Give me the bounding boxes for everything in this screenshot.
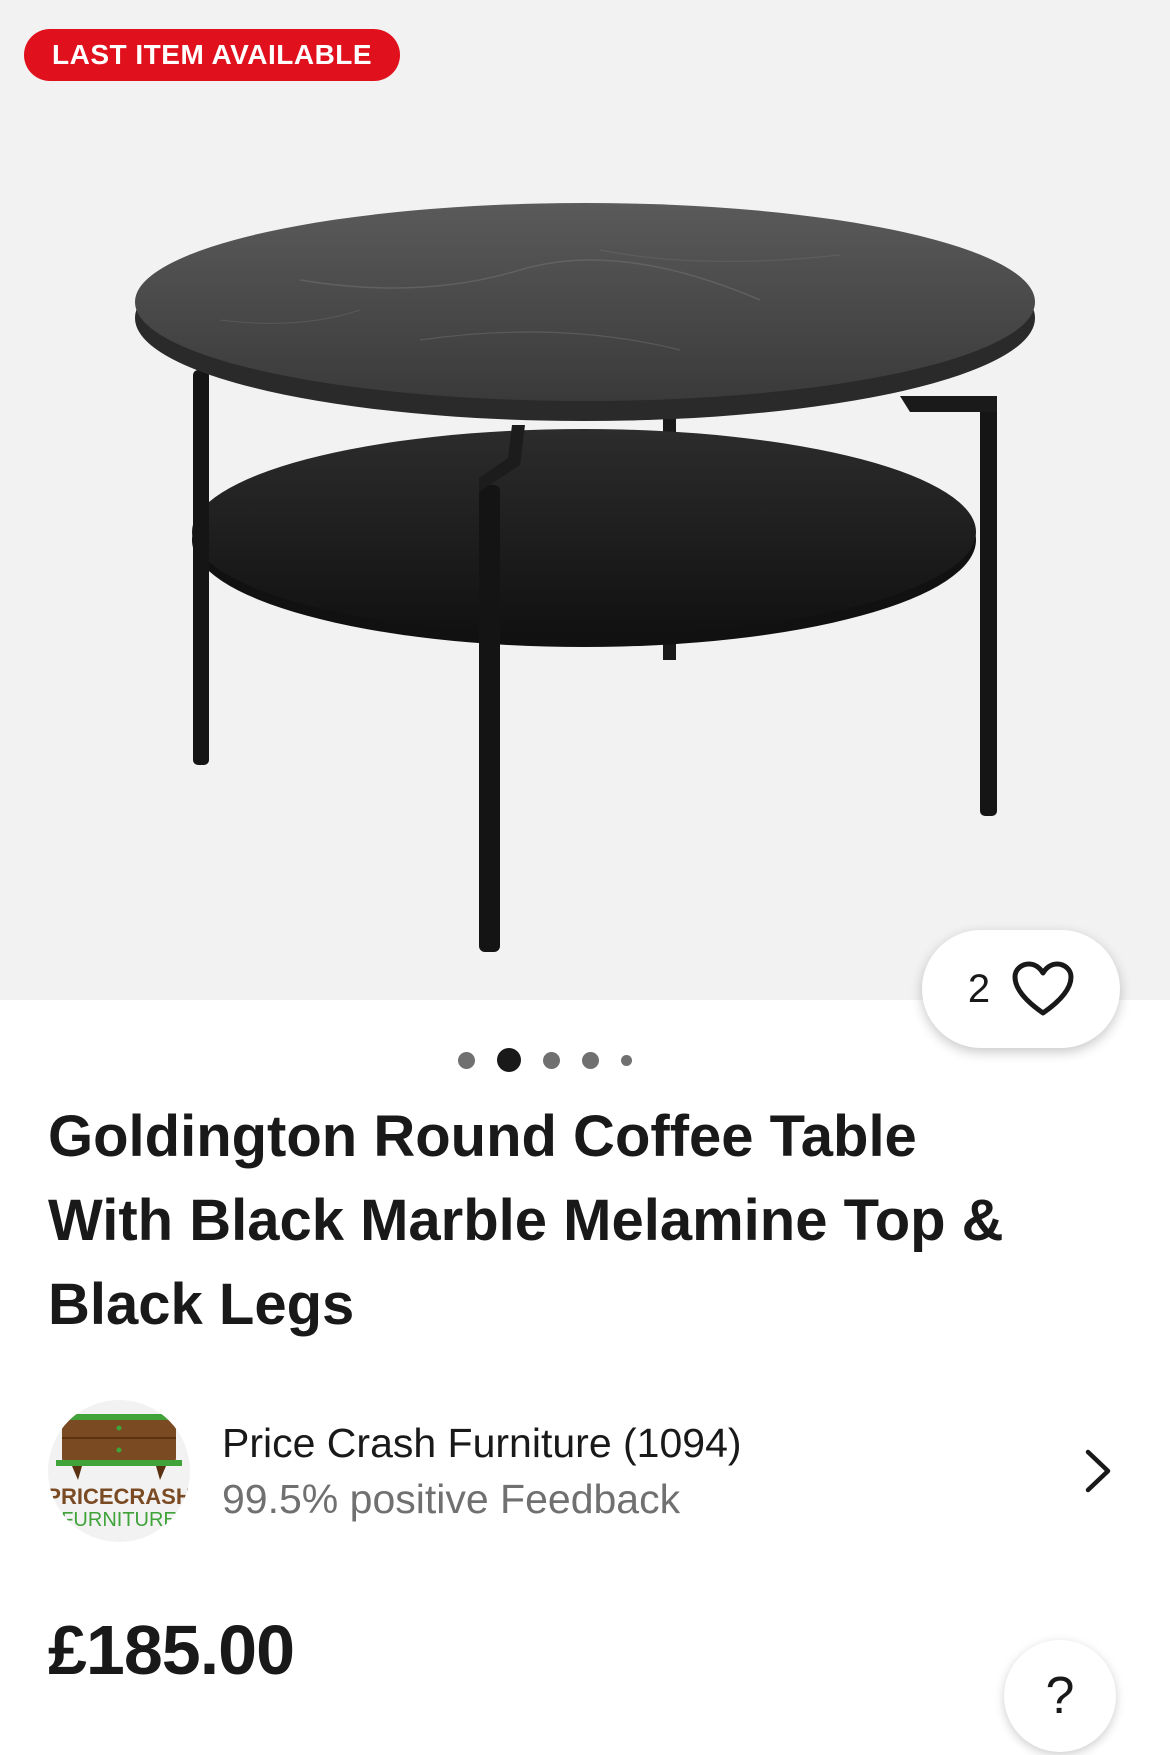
gallery-dot[interactable] bbox=[458, 1051, 475, 1069]
seller-feedback: 99.5% positive Feedback bbox=[222, 1475, 681, 1522]
product-title-line: With Black Marble Melamine Top & bbox=[48, 1188, 1004, 1253]
gallery-dot-active[interactable] bbox=[497, 1048, 521, 1072]
product-title-line: Goldington Round Coffee Table bbox=[48, 1104, 917, 1169]
svg-text:PRICECRASH: PRICECRASH bbox=[48, 1484, 190, 1509]
seller-info: Price Crash Furniture (1094) 99.5% posit… bbox=[222, 1415, 1068, 1527]
product-image[interactable] bbox=[0, 0, 1170, 1000]
chevron-right-icon[interactable] bbox=[1068, 1441, 1128, 1501]
seller-card[interactable]: PRICECRASH FURNITURE Price Crash Furnitu… bbox=[48, 1398, 1128, 1543]
seller-name: Price Crash Furniture (1094) bbox=[222, 1419, 742, 1466]
gallery-dot[interactable] bbox=[582, 1051, 599, 1069]
watch-button[interactable]: 2 bbox=[922, 930, 1120, 1048]
gallery-dot[interactable] bbox=[621, 1054, 632, 1066]
last-item-badge: LAST ITEM AVAILABLE bbox=[24, 29, 401, 81]
product-image-gallery[interactable]: LAST ITEM AVAILABLE bbox=[0, 0, 1170, 1000]
help-button[interactable]: ? bbox=[1004, 1640, 1116, 1752]
heart-icon bbox=[1012, 961, 1074, 1016]
svg-text:FURNITURE: FURNITURE bbox=[61, 1509, 177, 1531]
gallery-dot[interactable] bbox=[543, 1051, 560, 1069]
product-title-line: Black Legs bbox=[48, 1272, 355, 1337]
product-title: Goldington Round Coffee Table With Black… bbox=[48, 1095, 1108, 1347]
watch-count: 2 bbox=[967, 966, 991, 1011]
product-price: £185.00 bbox=[48, 1611, 295, 1689]
seller-logo: PRICECRASH FURNITURE bbox=[48, 1399, 190, 1542]
